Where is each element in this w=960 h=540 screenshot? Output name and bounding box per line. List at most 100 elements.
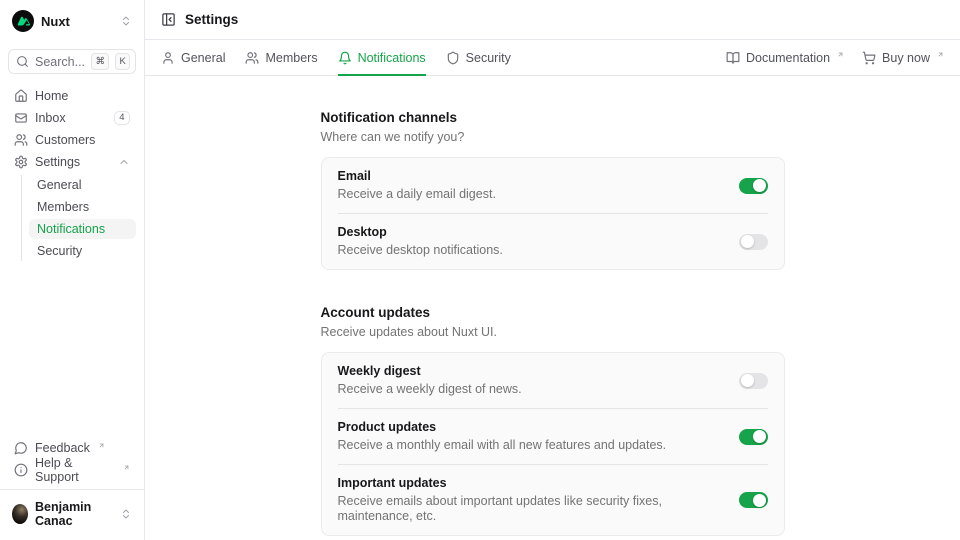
setting-row-desktop: Desktop Receive desktop notifications.: [322, 214, 784, 269]
sidebar-item-home[interactable]: Home: [8, 85, 136, 107]
setting-description: Receive a daily email digest.: [338, 187, 496, 202]
workspace-name: Nuxt: [41, 14, 70, 29]
section-description: Receive updates about Nuxt UI.: [321, 325, 785, 339]
tab-label: General: [181, 51, 225, 65]
search-placeholder: Search...: [35, 55, 85, 69]
main-panel: Settings General Members Notifications S…: [145, 0, 960, 540]
user-name: Benjamin Canac: [35, 500, 113, 528]
external-link-icon: [837, 51, 844, 58]
sidebar-item-inbox[interactable]: Inbox 4: [8, 107, 136, 129]
external-link-icon: [937, 51, 944, 58]
setting-row-product-updates: Product updates Receive a monthly email …: [322, 409, 784, 464]
email-toggle[interactable]: [739, 178, 768, 194]
section-title: Notification channels: [321, 110, 785, 125]
subnav-label: Security: [37, 244, 82, 258]
sidebar-item-label: Customers: [35, 133, 95, 147]
users-icon: [245, 51, 259, 65]
setting-row-weekly-digest: Weekly digest Receive a weekly digest of…: [322, 353, 784, 408]
section-notification-channels: Notification channels Where can we notif…: [321, 110, 785, 270]
collapse-sidebar-button[interactable]: [161, 12, 176, 27]
sidebar-item-members[interactable]: Members: [29, 197, 136, 217]
sidebar-item-security[interactable]: Security: [29, 241, 136, 261]
sidebar-item-label: Inbox: [35, 111, 66, 125]
important-updates-toggle[interactable]: [739, 492, 768, 508]
sidebar-item-label: Home: [35, 89, 68, 103]
sidebar: Nuxt Search... ⌘ K Home Inbox 4: [0, 0, 145, 540]
gear-icon: [14, 155, 28, 169]
toggle-knob: [741, 235, 754, 248]
shopping-cart-icon: [862, 51, 876, 65]
setting-title: Important updates: [338, 476, 725, 491]
divider: [0, 489, 144, 490]
home-icon: [14, 89, 28, 103]
settings-card: Email Receive a daily email digest. Desk…: [321, 157, 785, 270]
external-link-icon: [98, 442, 105, 449]
kbd-k: K: [115, 53, 130, 70]
workspace-switcher[interactable]: Nuxt: [8, 8, 136, 34]
toggle-knob: [753, 179, 766, 192]
setting-title: Desktop: [338, 225, 503, 240]
bell-icon: [338, 51, 352, 65]
page-header: Settings: [145, 0, 960, 40]
weekly-digest-toggle[interactable]: [739, 373, 768, 389]
info-circle-icon: [14, 463, 28, 477]
toggle-knob: [753, 430, 766, 443]
subnav-label: General: [37, 178, 81, 192]
tab-members[interactable]: Members: [245, 40, 317, 75]
setting-description: Receive a weekly digest of news.: [338, 382, 522, 397]
settings-tabbar: General Members Notifications Security: [145, 40, 960, 76]
setting-description: Receive desktop notifications.: [338, 243, 503, 258]
tab-label: Members: [265, 51, 317, 65]
sidebar-item-label: Settings: [35, 155, 80, 169]
inbox-count-badge: 4: [114, 111, 130, 126]
settings-content: Notification channels Where can we notif…: [145, 76, 960, 540]
book-open-icon: [726, 51, 740, 65]
settings-card: Weekly digest Receive a weekly digest of…: [321, 352, 785, 536]
footer-link-label: Help & Support: [35, 456, 115, 484]
sidebar-item-settings[interactable]: Settings: [8, 151, 136, 173]
toggle-knob: [753, 494, 766, 507]
user-icon: [161, 51, 175, 65]
kbd-meta: ⌘: [91, 53, 109, 70]
tab-general[interactable]: General: [161, 40, 225, 75]
nuxt-logo-icon: [12, 10, 34, 32]
chevron-up-icon: [118, 156, 130, 168]
user-menu[interactable]: Benjamin Canac: [8, 498, 136, 532]
external-link-icon: [123, 464, 130, 471]
help-support-link[interactable]: Help & Support: [8, 459, 136, 481]
setting-title: Email: [338, 169, 496, 184]
tabbar-links: Documentation Buy now: [726, 51, 944, 65]
tab-label: Security: [466, 51, 511, 65]
search-icon: [16, 55, 29, 68]
setting-title: Weekly digest: [338, 364, 522, 379]
subnav-label: Notifications: [37, 222, 105, 236]
section-account-updates: Account updates Receive updates about Nu…: [321, 305, 785, 536]
section-description: Where can we notify you?: [321, 130, 785, 144]
sidebar-item-notifications[interactable]: Notifications: [29, 219, 136, 239]
sidebar-nav: Home Inbox 4 Customers Settings: [8, 85, 136, 261]
subnav-label: Members: [37, 200, 89, 214]
users-icon: [14, 133, 28, 147]
setting-description: Receive a monthly email with all new fea…: [338, 438, 667, 453]
avatar: [12, 504, 28, 524]
search-input[interactable]: Search... ⌘ K: [8, 49, 136, 74]
setting-description: Receive emails about important updates l…: [338, 494, 725, 524]
product-updates-toggle[interactable]: [739, 429, 768, 445]
footer-link-label: Feedback: [35, 441, 90, 455]
sidebar-item-general[interactable]: General: [29, 175, 136, 195]
setting-title: Product updates: [338, 420, 667, 435]
chevron-up-down-icon: [120, 508, 132, 520]
desktop-toggle[interactable]: [739, 234, 768, 250]
buy-now-link[interactable]: Buy now: [862, 51, 944, 65]
tab-security[interactable]: Security: [446, 40, 511, 75]
top-link-label: Documentation: [746, 51, 830, 65]
sidebar-item-customers[interactable]: Customers: [8, 129, 136, 151]
inbox-icon: [14, 111, 28, 125]
tab-label: Notifications: [358, 51, 426, 65]
sidebar-footer: Feedback Help & Support Benjamin Canac: [8, 437, 136, 532]
documentation-link[interactable]: Documentation: [726, 51, 844, 65]
top-link-label: Buy now: [882, 51, 930, 65]
settings-subnav: General Members Notifications Security: [21, 175, 136, 261]
tab-notifications[interactable]: Notifications: [338, 40, 426, 75]
setting-row-email: Email Receive a daily email digest.: [322, 158, 784, 213]
